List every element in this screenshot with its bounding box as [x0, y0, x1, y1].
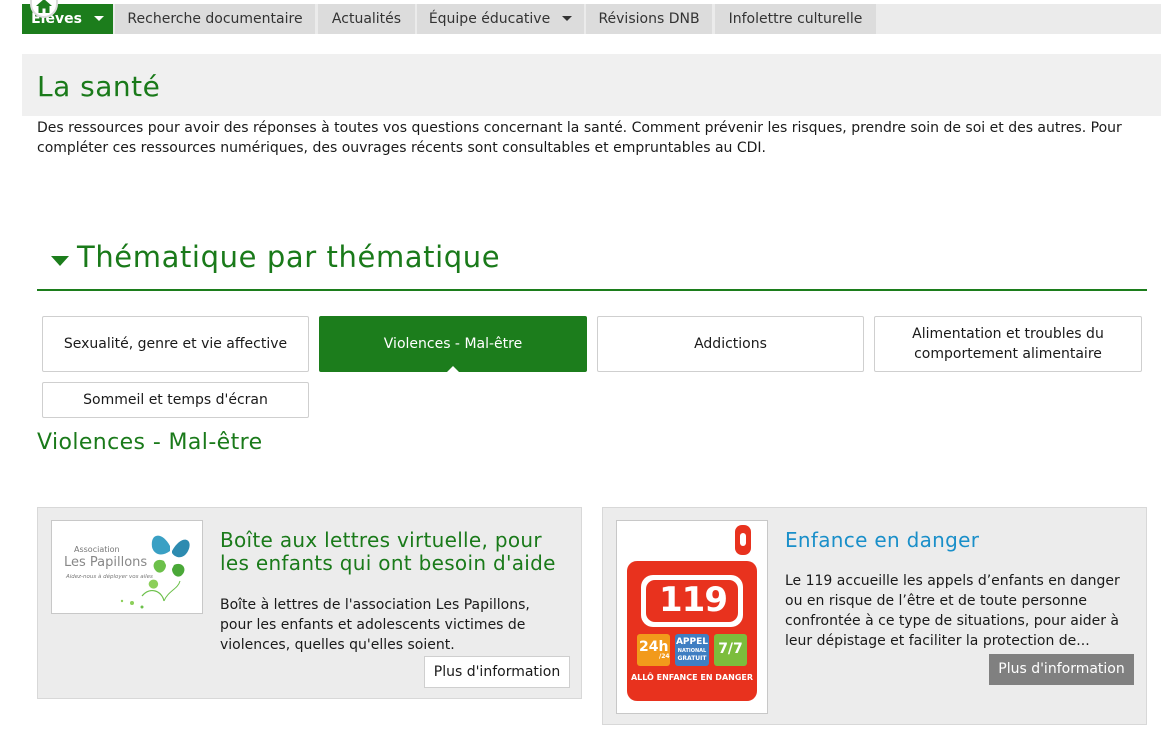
tab-sexualite[interactable]: Sexualité, genre et vie affective [42, 316, 309, 372]
nav-item-label: Équipe éducative [428, 11, 551, 27]
logo-119[interactable]: 119 24h /24 APPEL NATIONAL GRATUIT 7/7 A… [616, 520, 768, 714]
chevron-down-icon [93, 15, 104, 21]
logo-number: 119 [659, 580, 728, 620]
card-title[interactable]: Enfance en danger [785, 529, 1140, 552]
page-title-band: La santé [22, 54, 1161, 116]
tab-label: Alimentation et troubles du comportement… [912, 326, 1104, 362]
page-intro: Des ressources pour avoir des réponses à… [37, 120, 1122, 156]
tab-alimentation[interactable]: Alimentation et troubles du comportement… [874, 316, 1142, 372]
tab-violences[interactable]: Violences - Mal-être [319, 316, 587, 372]
card-description: Boîte à lettres de l'association Les Pap… [220, 597, 530, 653]
logo-badge-text: NATIONAL [677, 648, 707, 654]
nav-item-label: Révisions DNB [598, 11, 700, 27]
tab-label: Sexualité, genre et vie affective [63, 336, 288, 352]
more-info-button[interactable]: Plus d'information [424, 656, 570, 688]
resource-card: 119 24h /24 APPEL NATIONAL GRATUIT 7/7 A… [602, 507, 1147, 725]
nav-item-equipe-educative[interactable]: Équipe éducative [417, 4, 584, 34]
more-info-button[interactable]: Plus d'information [989, 654, 1134, 685]
nav-item-actualites[interactable]: Actualités [318, 4, 415, 34]
logo-badge-text: GRATUIT [677, 655, 707, 662]
logo-badge-text: 7/7 [718, 641, 743, 657]
section-title: Thématique par thématique [77, 240, 501, 274]
section-toggle[interactable]: Thématique par thématique [37, 240, 1147, 291]
nav-item-recherche-documentaire[interactable]: Recherche documentaire [115, 4, 315, 34]
tab-label: Violences - Mal-être [383, 336, 523, 352]
logo-badge-text: APPEL [675, 637, 709, 647]
home-icon [36, 0, 52, 13]
logo-text: Association [74, 545, 120, 554]
tab-label: Sommeil et temps d'écran [83, 392, 268, 408]
nav-item-label: Recherche documentaire [127, 11, 303, 27]
nav-item-label: Actualités [331, 11, 402, 27]
logo-text: Aidez-nous à déployer vos ailes [66, 574, 153, 580]
chevron-down-icon [562, 15, 573, 21]
card-description: Le 119 accueille les appels d’enfants en… [785, 573, 1120, 649]
card-title[interactable]: Boîte aux lettres virtuelle, pour les en… [220, 529, 575, 575]
caret-down-icon [51, 256, 69, 266]
nav-item-infolettre-culturelle[interactable]: Infolettre culturelle [715, 4, 876, 34]
resource-card: Association Les Papillons Aidez-nous à d… [37, 507, 582, 699]
tab-sommeil[interactable]: Sommeil et temps d'écran [42, 382, 309, 418]
tab-addictions[interactable]: Addictions [597, 316, 864, 372]
page-title: La santé [37, 70, 161, 103]
main-navigation: Élèves Recherche documentaire Actualités… [22, 0, 1161, 34]
logo-text: Les Papillons [64, 555, 148, 570]
papillons-logo[interactable]: Association Les Papillons Aidez-nous à d… [51, 520, 203, 614]
nav-item-revisions-dnb[interactable]: Révisions DNB [586, 4, 712, 34]
active-panel-title: Violences - Mal-être [37, 430, 263, 455]
logo-footer-text: ALLÔ ENFANCE EN DANGER [630, 673, 754, 682]
tab-label: Addictions [694, 336, 767, 352]
nav-item-label: Infolettre culturelle [728, 11, 863, 27]
logo-badge-text: /24 [659, 653, 670, 660]
